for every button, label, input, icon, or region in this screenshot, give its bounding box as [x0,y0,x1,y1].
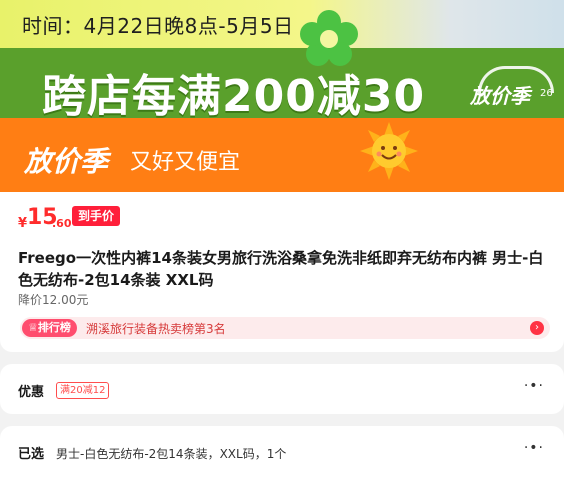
price-drop-text: 降价12.00元 [18,293,89,307]
ranking-text: 溯溪旅行装备热卖榜第3名 [86,322,226,336]
price-decimal: .60 [52,217,72,230]
ranking-badge: ♕排行榜 [22,319,77,337]
ranking-badge-label: 排行榜 [37,321,71,334]
promo-headline: 跨店每满200减30 [42,71,426,118]
selected-spec-value: 男士-白色无纺布-2包14条装，XXL码，1个 [56,447,287,461]
product-title[interactable]: Freego一次性内裤14条装女男旅行洗浴桑拿免洗非纸即弃无纺布内裤 男士-白色… [18,247,552,291]
ranking-bar[interactable]: ♕排行榜 溯溪旅行装备热卖榜第3名 › [20,317,550,339]
trophy-icon: ♕ [28,321,38,334]
more-dots-icon[interactable]: ·•· [524,378,544,394]
brand-logo: 放价季 [470,84,530,108]
price-currency: ¥ [18,216,28,231]
campaign-title: 放价季 [24,145,109,178]
selected-label: 已选 [18,447,45,462]
slide-indicator: 26 [540,88,553,99]
chevron-right-icon[interactable]: › [530,321,544,335]
event-time: 时间：4月22日晚8点-5月5日 [22,14,294,38]
product-info-card: ¥ 15 .60 到手价 Freego一次性内裤14条装女男旅行洗浴桑拿免洗非纸… [0,192,564,352]
selected-spec-row[interactable]: 已选 男士-白色无纺布-2包14条装，XXL码，1个 ·•· [0,426,564,486]
final-price-tag: 到手价 [72,206,121,226]
promo-banner[interactable]: 时间：4月22日晚8点-5月5日 跨店每满200减30 放价季 26 [0,0,564,118]
discount-row[interactable]: 优惠 满20减12 ·•· [0,364,564,414]
campaign-strip[interactable]: 放价季 又好又便宜 [0,118,564,192]
campaign-slogan: 又好又便宜 [130,150,241,175]
coupon-badge: 满20减12 [56,382,110,399]
more-dots-icon[interactable]: ·•· [524,440,544,456]
sun-mascot-icon [360,122,418,180]
discount-label: 优惠 [18,385,45,400]
